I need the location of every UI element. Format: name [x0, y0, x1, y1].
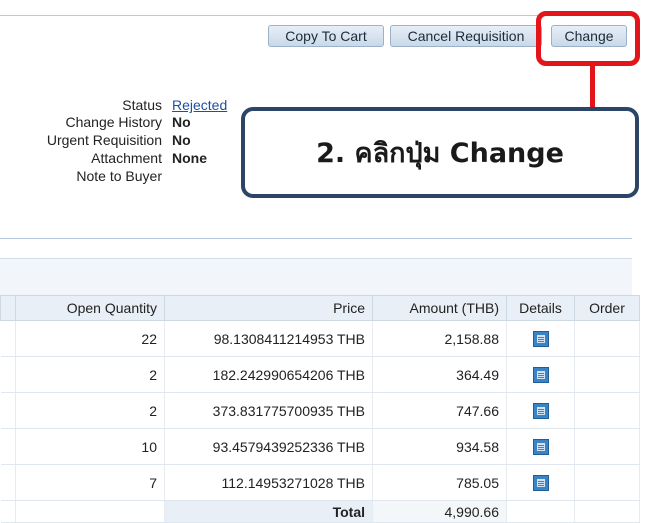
order-cell	[574, 464, 640, 501]
requisition-lines-table: Open Quantity Price Amount (THB) Details…	[0, 295, 640, 523]
details-icon[interactable]	[532, 475, 549, 492]
total-value: 4,990.66	[372, 500, 507, 523]
table-row: 7 112.14953271028 THB 785.05	[0, 464, 640, 501]
details-cell	[506, 392, 575, 429]
attachment-value: None	[172, 150, 207, 166]
order-cell	[574, 356, 640, 393]
order-cell	[574, 392, 640, 429]
details-icon[interactable]	[532, 403, 549, 420]
details-icon[interactable]	[532, 439, 549, 456]
open-quantity-cell: 22	[15, 320, 165, 357]
instruction-callout: 2. คลิกปุ่ม Change	[241, 107, 639, 198]
lead-cell	[0, 500, 16, 523]
table-row: 22 98.1308411214953 THB 2,158.88	[0, 320, 640, 357]
urgent-requisition-label: Urgent Requisition	[46, 132, 162, 148]
amount-cell: 364.49	[372, 356, 507, 393]
price-cell: 182.242990654206 THB	[164, 356, 373, 393]
table-row: 2 182.242990654206 THB 364.49	[0, 356, 640, 393]
change-history-value: No	[172, 114, 191, 130]
price-cell: 93.4579439252336 THB	[164, 428, 373, 465]
amount-cell: 2,158.88	[372, 320, 507, 357]
empty-cell	[15, 500, 165, 523]
open-quantity-cell: 2	[15, 356, 165, 393]
amount-cell: 747.66	[372, 392, 507, 429]
lead-cell	[0, 356, 16, 393]
table-toolbar-band	[0, 258, 632, 297]
status-value-link[interactable]: Rejected	[172, 97, 227, 113]
details-cell	[506, 428, 575, 465]
lead-cell	[0, 392, 16, 429]
empty-cell	[506, 500, 575, 523]
open-quantity-cell: 7	[15, 464, 165, 501]
copy-to-cart-button[interactable]: Copy To Cart	[268, 25, 384, 47]
lead-cell	[0, 428, 16, 465]
price-cell: 112.14953271028 THB	[164, 464, 373, 501]
price-cell: 373.831775700935 THB	[164, 392, 373, 429]
table-row: 10 93.4579439252336 THB 934.58	[0, 428, 640, 465]
callout-connector	[590, 66, 595, 108]
table-header-row: Open Quantity Price Amount (THB) Details…	[0, 295, 640, 321]
lead-cell	[0, 320, 16, 357]
urgent-requisition-value: No	[172, 132, 191, 148]
status-label: Status	[122, 97, 162, 113]
table-row: 2 373.831775700935 THB 747.66	[0, 392, 640, 429]
amount-cell: 934.58	[372, 428, 507, 465]
note-to-buyer-label: Note to Buyer	[76, 168, 162, 184]
details-icon[interactable]	[532, 367, 549, 384]
order-cell	[574, 428, 640, 465]
lead-column-header	[0, 295, 16, 321]
change-history-label: Change History	[65, 114, 163, 130]
amount-cell: 785.05	[372, 464, 507, 501]
details-cell	[506, 464, 575, 501]
order-header: Order	[574, 295, 640, 321]
price-header[interactable]: Price	[164, 295, 373, 321]
total-label: Total	[164, 500, 373, 523]
cancel-requisition-button[interactable]: Cancel Requisition	[390, 25, 542, 47]
total-row: Total 4,990.66	[0, 500, 640, 523]
open-quantity-cell: 2	[15, 392, 165, 429]
change-highlight-box	[536, 11, 640, 66]
details-cell	[506, 320, 575, 357]
empty-cell	[574, 500, 640, 523]
order-cell	[574, 320, 640, 357]
price-cell: 98.1308411214953 THB	[164, 320, 373, 357]
open-quantity-cell: 10	[15, 428, 165, 465]
lead-cell	[0, 464, 16, 501]
details-header: Details	[506, 295, 575, 321]
open-quantity-header[interactable]: Open Quantity	[15, 295, 165, 321]
attachment-label: Attachment	[91, 150, 162, 166]
amount-header[interactable]: Amount (THB)	[372, 295, 507, 321]
details-icon[interactable]	[532, 331, 549, 348]
details-cell	[506, 356, 575, 393]
section-divider	[0, 238, 632, 239]
